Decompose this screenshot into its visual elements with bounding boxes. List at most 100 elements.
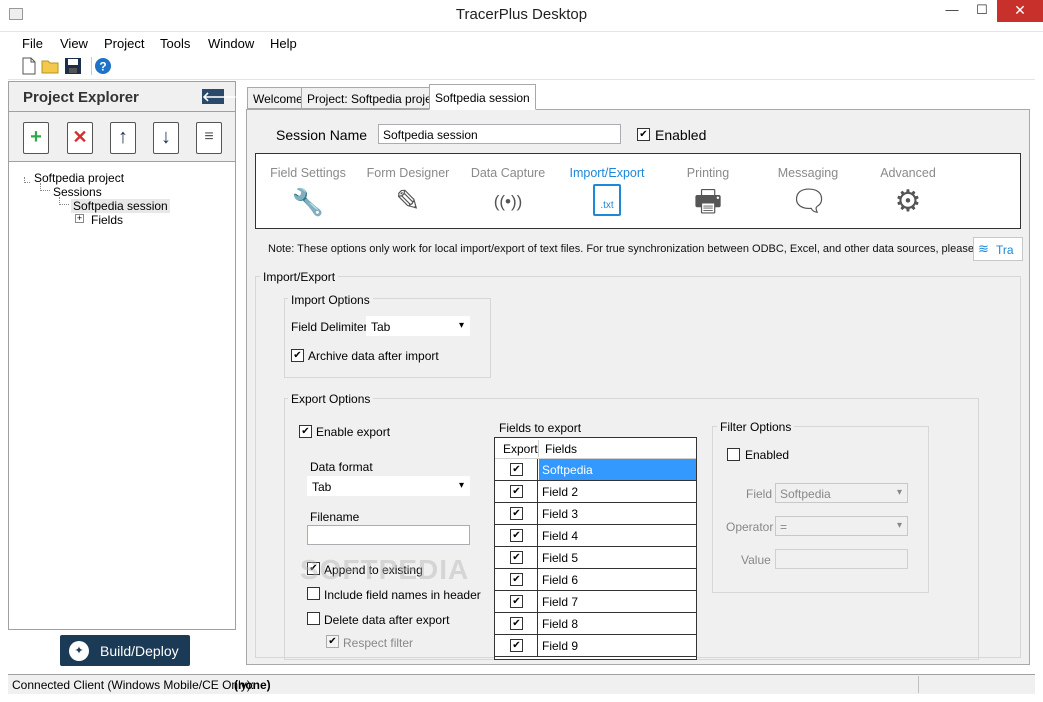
- add-icon[interactable]: +: [23, 122, 49, 154]
- menu-project[interactable]: Project: [104, 36, 144, 51]
- delete-after-export-checkbox[interactable]: [307, 612, 320, 625]
- collapse-panel-icon[interactable]: 🡐: [202, 89, 237, 104]
- data-format-label: Data format: [310, 460, 373, 474]
- include-names-label: Include field names in header: [324, 588, 481, 602]
- tab-project[interactable]: Project: Softpedia project: [301, 87, 448, 109]
- enable-export-checkbox[interactable]: [299, 425, 312, 438]
- export-cell: [495, 503, 538, 524]
- field-name-cell[interactable]: Field 5: [539, 547, 696, 568]
- field-name-cell[interactable]: Field 3: [539, 503, 696, 524]
- nav-field-settings[interactable]: Field Settings 🔧: [266, 166, 350, 220]
- copy-icon[interactable]: ≡: [196, 122, 222, 154]
- import-options-title: Import Options: [288, 293, 373, 307]
- delete-icon[interactable]: ✕: [67, 122, 93, 154]
- table-row[interactable]: Field 4: [495, 525, 696, 547]
- tree-line: [59, 197, 69, 205]
- menu-file[interactable]: File: [22, 36, 43, 51]
- tab-session[interactable]: Softpedia session: [429, 84, 536, 110]
- field-name-cell[interactable]: Field 7: [539, 591, 696, 612]
- nav-printing[interactable]: Printing 🖶: [670, 166, 746, 220]
- table-row[interactable]: Softpedia: [495, 459, 696, 481]
- nav-import-export[interactable]: Import/Export .txt: [564, 166, 650, 216]
- respect-filter-checkbox[interactable]: [326, 635, 339, 648]
- project-explorer-panel: Project Explorer 🡐 + ✕ ↑ ↓ ≡ Softpedia p…: [8, 81, 237, 630]
- export-checkbox[interactable]: [510, 595, 523, 608]
- filter-value-label: Value: [741, 553, 771, 567]
- archive-checkbox[interactable]: [291, 349, 304, 362]
- table-row[interactable]: Field 3: [495, 503, 696, 525]
- field-name-cell[interactable]: Field 4: [539, 525, 696, 546]
- export-checkbox[interactable]: [510, 485, 523, 498]
- sync-button-label: Tra: [996, 243, 1014, 257]
- export-checkbox[interactable]: [510, 529, 523, 542]
- field-name-cell[interactable]: Field 8: [539, 613, 696, 634]
- field-name-cell[interactable]: Field 2: [539, 481, 696, 502]
- table-row[interactable]: Field 7: [495, 591, 696, 613]
- data-format-select[interactable]: Tab: [307, 476, 470, 496]
- field-name-cell[interactable]: Field 6: [539, 569, 696, 590]
- minimize-button[interactable]: —: [937, 0, 967, 22]
- include-names-checkbox[interactable]: [307, 587, 320, 600]
- nav-advanced[interactable]: Advanced ⚙: [870, 166, 946, 220]
- nav-printing-label: Printing: [686, 166, 730, 180]
- table-row[interactable]: Field 6: [495, 569, 696, 591]
- menu-window[interactable]: Window: [208, 36, 254, 51]
- export-checkbox[interactable]: [510, 573, 523, 586]
- menu-view[interactable]: View: [60, 36, 88, 51]
- session-name-input[interactable]: Softpedia session: [378, 124, 621, 144]
- tab-welcome[interactable]: Welcome: [247, 87, 309, 109]
- expand-toggle-icon[interactable]: +: [75, 214, 84, 223]
- table-row[interactable]: Field 8: [495, 613, 696, 635]
- open-folder-icon[interactable]: [41, 57, 59, 75]
- speech-bubble-icon: 🗨: [790, 185, 829, 218]
- filename-input[interactable]: [307, 525, 470, 545]
- field-delimiter-select[interactable]: Tab: [366, 316, 470, 336]
- build-deploy-button[interactable]: ✦ Build/Deploy: [60, 635, 190, 666]
- nav-data-capture[interactable]: Data Capture ((•)): [466, 166, 550, 220]
- tree-fields[interactable]: Fields: [91, 213, 123, 227]
- close-button[interactable]: ✕: [997, 0, 1043, 22]
- nav-field-settings-label: Field Settings: [270, 166, 346, 180]
- filename-label: Filename: [310, 510, 360, 524]
- nav-messaging[interactable]: Messaging 🗨: [768, 166, 848, 220]
- field-name-cell[interactable]: Softpedia: [539, 459, 696, 480]
- menu-tools[interactable]: Tools: [160, 36, 190, 51]
- table-row[interactable]: Field 9: [495, 635, 696, 657]
- grid-header-divider: [538, 440, 539, 457]
- filter-enabled-checkbox[interactable]: [727, 448, 740, 461]
- export-checkbox[interactable]: [510, 507, 523, 520]
- field-name-cell[interactable]: Field 9: [539, 635, 696, 656]
- export-checkbox[interactable]: [510, 639, 523, 652]
- move-up-icon[interactable]: ↑: [110, 122, 136, 154]
- menu-help[interactable]: Help: [270, 36, 297, 51]
- nav-form-designer[interactable]: Form Designer ✎: [364, 166, 452, 220]
- filter-operator-select[interactable]: =: [775, 516, 908, 536]
- export-checkbox[interactable]: [510, 551, 523, 564]
- txt-file-icon: .txt: [593, 184, 621, 216]
- maximize-button[interactable]: ☐: [967, 0, 997, 22]
- table-row[interactable]: Field 5: [495, 547, 696, 569]
- table-row[interactable]: Field 2: [495, 481, 696, 503]
- settings-nav-strip: Field Settings 🔧 Form Designer ✎ Data Ca…: [255, 153, 1021, 229]
- filter-field-select[interactable]: Softpedia: [775, 483, 908, 503]
- sync-button[interactable]: ≋ Tra: [973, 237, 1023, 261]
- wrench-icon: 🔧: [291, 187, 325, 217]
- main-toolbar: ?: [8, 54, 1035, 80]
- session-enabled-checkbox[interactable]: [637, 128, 650, 141]
- export-checkbox[interactable]: [510, 617, 523, 630]
- grid-header-export: Export: [503, 442, 538, 456]
- new-file-icon[interactable]: [20, 57, 38, 75]
- filter-enabled-label: Enabled: [745, 448, 790, 462]
- export-cell: [495, 613, 538, 634]
- help-icon[interactable]: ?: [94, 57, 112, 75]
- export-checkbox[interactable]: [510, 463, 523, 476]
- filter-options-title: Filter Options: [717, 420, 795, 434]
- tree-session-selected[interactable]: Softpedia session: [71, 199, 170, 213]
- session-name-label: Session Name: [276, 127, 368, 143]
- nav-import-export-label: Import/Export: [569, 166, 645, 180]
- nav-messaging-label: Messaging: [777, 166, 839, 180]
- filter-value-input[interactable]: [775, 549, 908, 569]
- save-icon[interactable]: [64, 57, 82, 75]
- menu-bar: File View Project Tools Window Help: [8, 32, 1035, 54]
- move-down-icon[interactable]: ↓: [153, 122, 179, 154]
